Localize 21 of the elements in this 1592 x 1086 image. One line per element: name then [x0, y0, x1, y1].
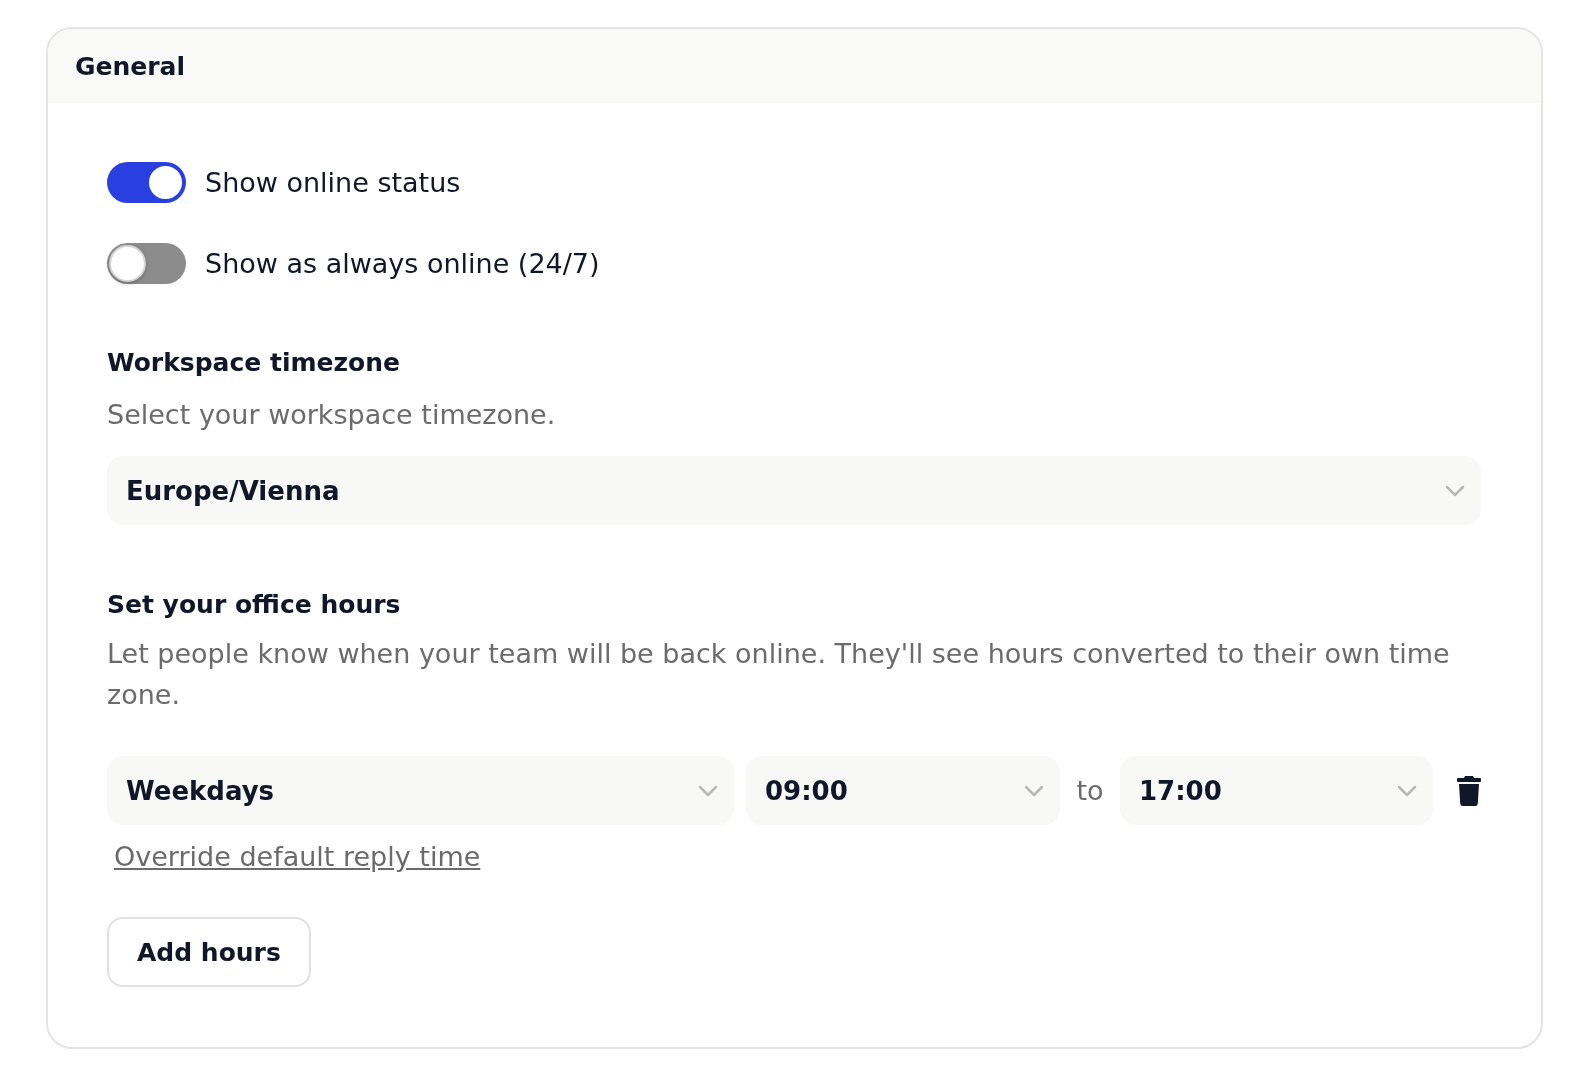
toggle-label: Show as always online (24/7) — [205, 248, 600, 279]
chevron-down-icon — [1397, 784, 1417, 797]
chevron-down-icon — [1445, 484, 1465, 497]
card-title: General — [75, 51, 185, 81]
add-hours-button[interactable]: Add hours — [107, 917, 311, 987]
toggle-switch[interactable] — [107, 243, 186, 284]
override-reply-time-link[interactable]: Override default reply time — [114, 840, 481, 874]
section-description: Select your workspace timezone. — [107, 398, 557, 432]
section-heading: Workspace timezone — [107, 347, 401, 379]
end-time-select[interactable]: 17:00 — [1120, 756, 1433, 825]
chevron-down-icon — [698, 784, 718, 797]
days-select[interactable]: Weekdays — [107, 756, 734, 825]
range-separator: to — [1076, 775, 1104, 806]
chevron-down-icon — [1024, 784, 1044, 797]
toggle-label: Show online status — [205, 167, 461, 198]
start-time-select[interactable]: 09:00 — [746, 756, 1060, 825]
trash-icon[interactable] — [1457, 775, 1481, 806]
section-heading: Set your office hours — [107, 589, 402, 621]
section-description: Let people know when your team will be back online. They'll see hours converted to their own time zone. — [107, 637, 1451, 712]
toggle-switch[interactable] — [107, 162, 186, 203]
timezone-select[interactable]: Europe/Vienna — [107, 456, 1481, 525]
